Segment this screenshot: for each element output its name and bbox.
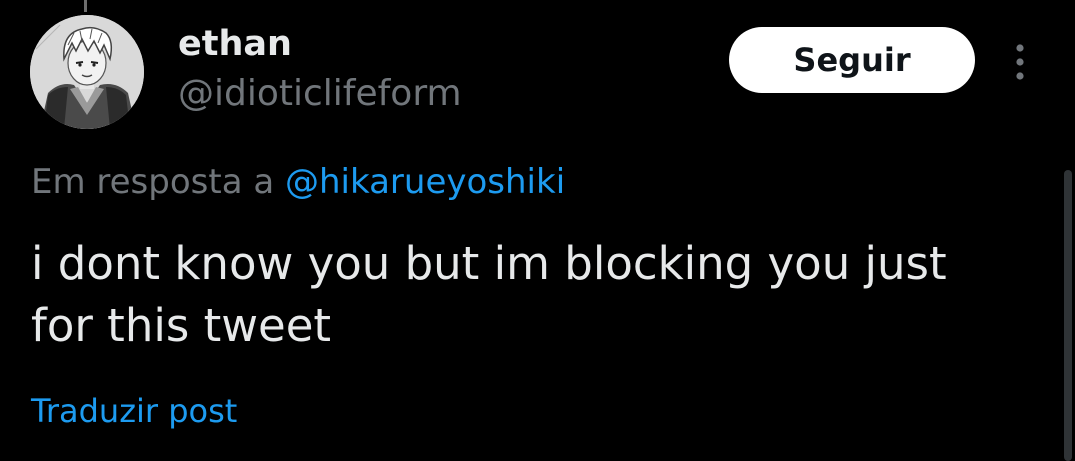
display-name[interactable]: ethan bbox=[178, 22, 292, 66]
scrollbar[interactable] bbox=[1064, 170, 1072, 461]
post-text: i dont know you but im blocking you just… bbox=[31, 237, 947, 352]
reply-prefix: Em resposta a bbox=[31, 162, 275, 202]
anime-boy-avatar-icon bbox=[30, 15, 144, 129]
follow-button[interactable]: Seguir bbox=[729, 27, 975, 93]
reply-context: Em resposta a @hikarueyoshiki bbox=[31, 160, 565, 204]
avatar[interactable] bbox=[30, 15, 144, 129]
top-divider bbox=[84, 0, 87, 12]
translate-post-link[interactable]: Traduzir post bbox=[31, 389, 237, 433]
more-options-button[interactable] bbox=[1005, 38, 1035, 86]
reply-mention-link[interactable]: @hikarueyoshiki bbox=[285, 162, 565, 202]
vertical-ellipsis-icon bbox=[1016, 44, 1024, 80]
user-handle[interactable]: @idioticlifeform bbox=[178, 72, 462, 116]
